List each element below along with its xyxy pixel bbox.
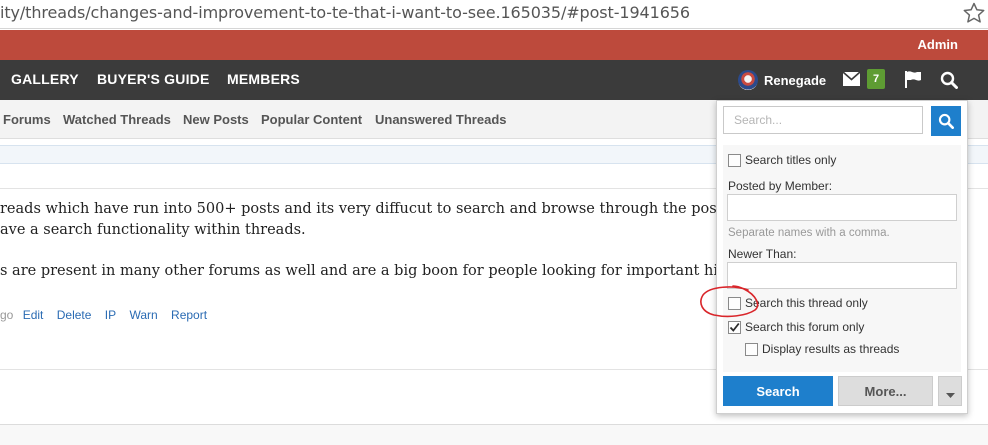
display-threads-label: Display results as threads: [762, 342, 900, 356]
avatar: [738, 70, 758, 90]
this-thread-label: Search this thread only: [745, 296, 868, 310]
user-menu[interactable]: Renegade: [738, 68, 826, 92]
browser-url-bar[interactable]: ity/threads/changes-and-improvement-to-t…: [0, 0, 988, 29]
annotation-circle: [700, 285, 759, 318]
next-post-container: [0, 424, 988, 445]
search-dropdown: Search titles only Posted by Member: Sep…: [716, 100, 968, 414]
newer-than-label: Newer Than:: [728, 247, 797, 261]
mail-icon[interactable]: [843, 72, 860, 86]
ip-link[interactable]: IP: [105, 308, 116, 322]
search-icon[interactable]: [940, 71, 958, 89]
post-actions: go Edit Delete IP Warn Report: [0, 308, 217, 322]
posted-by-label: Posted by Member:: [728, 179, 833, 193]
inbox-count-badge[interactable]: 7: [867, 69, 885, 89]
checkmark-icon: [729, 322, 740, 332]
this-forum-label: Search this forum only: [745, 320, 865, 334]
post-text-line: s are present in many other forums as we…: [0, 263, 806, 279]
username: Renegade: [764, 72, 827, 88]
nav-tab-members[interactable]: MEMBERS: [227, 71, 300, 87]
posted-by-hint: Separate names with a comma.: [728, 227, 890, 239]
warn-link[interactable]: Warn: [129, 308, 157, 322]
subnav-watched-threads[interactable]: Watched Threads: [63, 112, 171, 127]
search-icon: [938, 113, 954, 129]
star-icon[interactable]: [962, 1, 986, 25]
admin-bar: Admin: [0, 30, 988, 60]
flag-icon[interactable]: [904, 71, 922, 88]
subnav-new-posts[interactable]: New Posts: [183, 112, 249, 127]
search-input[interactable]: [723, 106, 923, 134]
titles-only-checkbox[interactable]: [728, 153, 741, 167]
report-link[interactable]: Report: [171, 308, 207, 322]
titles-only-label: Search titles only: [745, 153, 837, 167]
this-forum-option[interactable]: Search this forum only: [728, 320, 864, 334]
chevron-down-icon: [945, 393, 955, 398]
main-nav: GALLERY BUYER'S GUIDE MEMBERS Renegade 7: [0, 60, 988, 100]
nav-tab-buyers-guide[interactable]: BUYER'S GUIDE: [97, 71, 210, 87]
delete-link[interactable]: Delete: [57, 308, 92, 322]
search-button[interactable]: Search: [723, 376, 833, 406]
nav-tab-gallery[interactable]: GALLERY: [11, 71, 79, 87]
url-text[interactable]: ity/threads/changes-and-improvement-to-t…: [0, 3, 690, 22]
admin-link[interactable]: Admin: [918, 37, 958, 52]
search-options-toggle[interactable]: [938, 376, 962, 406]
post-text-line: ave a search functionality within thread…: [0, 222, 306, 238]
display-threads-checkbox[interactable]: [745, 342, 758, 356]
post-timestamp: go: [0, 308, 14, 322]
edit-link[interactable]: Edit: [23, 308, 44, 322]
subnav-popular-content[interactable]: Popular Content: [261, 112, 362, 127]
display-threads-option[interactable]: Display results as threads: [745, 342, 899, 356]
post-text-line: reads which have run into 500+ posts and…: [0, 201, 813, 217]
subnav-unanswered-threads[interactable]: Unanswered Threads: [375, 112, 507, 127]
posted-by-field[interactable]: [727, 194, 957, 221]
this-forum-checkbox[interactable]: [728, 320, 741, 334]
search-options: Search titles only Posted by Member: Sep…: [723, 145, 961, 372]
titles-only-option[interactable]: Search titles only: [728, 153, 836, 167]
more-options-button[interactable]: More...: [838, 376, 933, 406]
subnav-forums[interactable]: Forums: [3, 112, 51, 127]
search-submit-icon-button[interactable]: [931, 106, 961, 136]
